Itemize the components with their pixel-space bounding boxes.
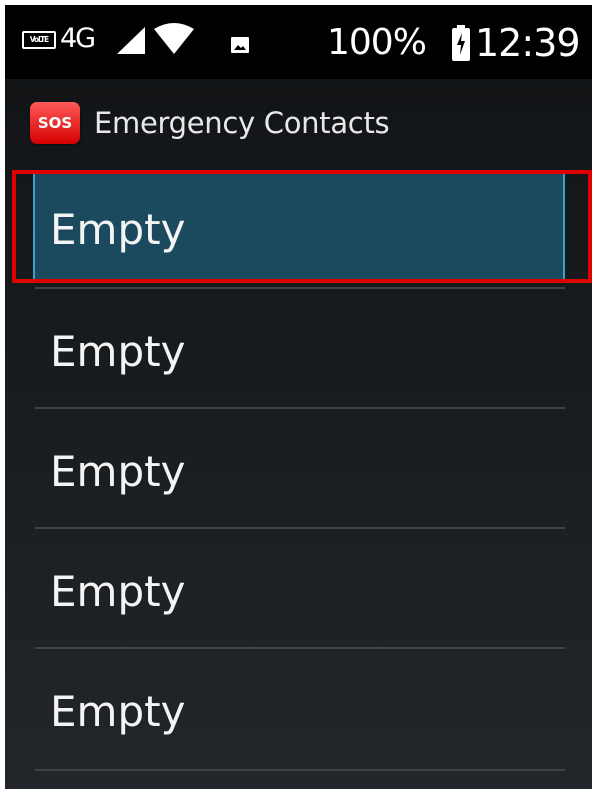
contact-item-1[interactable]: Empty <box>5 165 592 285</box>
divider <box>35 769 565 771</box>
phone-screen: VoLTE 4G 100% 12:39 SOS Emergency Contac… <box>5 5 592 789</box>
emergency-contact-list: Empty Empty Empty Empty Empty <box>5 165 592 789</box>
wifi-icon <box>153 23 195 59</box>
contact-item-3[interactable]: Empty <box>5 407 592 527</box>
contact-label: Empty <box>50 327 186 376</box>
battery-charging-icon <box>452 25 470 65</box>
contact-item-5[interactable]: Empty <box>5 647 592 767</box>
contact-item-2[interactable]: Empty <box>5 287 592 407</box>
status-bar: VoLTE 4G 100% 12:39 <box>5 5 592 79</box>
contact-label: Empty <box>50 205 186 254</box>
volte-icon: VoLTE <box>22 31 56 49</box>
network-type: 4G <box>60 23 96 54</box>
battery-percent: 100% <box>327 22 427 63</box>
app-bar: SOS Emergency Contacts <box>5 79 592 165</box>
sos-app-icon: SOS <box>30 102 80 144</box>
contact-label: Empty <box>50 447 186 496</box>
contact-label: Empty <box>50 687 186 736</box>
contact-item-4[interactable]: Empty <box>5 527 592 647</box>
page-title: Emergency Contacts <box>94 106 390 140</box>
clock: 12:39 <box>475 21 581 65</box>
contact-label: Empty <box>50 567 186 616</box>
signal-icon <box>115 25 147 59</box>
image-icon <box>230 36 250 58</box>
